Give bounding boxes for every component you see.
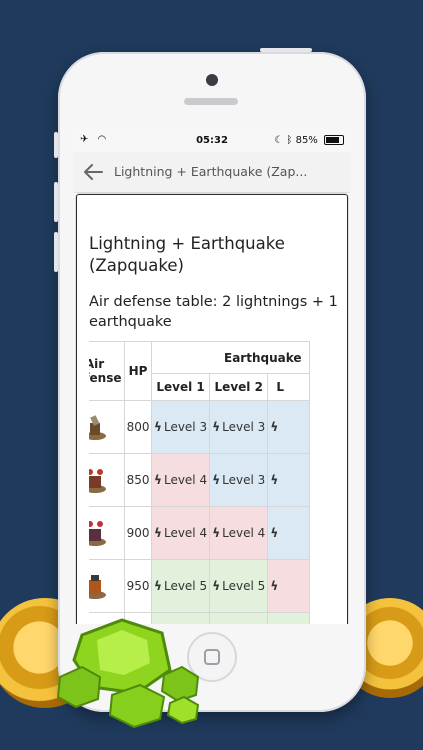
lightning-icon: ϟ [212,526,221,540]
defense-image-cell [89,453,126,507]
battery-icon [324,135,344,145]
lightning-icon: ϟ [212,579,221,593]
level-cell: ϟ Level 3 [209,453,269,507]
mute-switch [54,132,58,158]
moon-icon: ☾ [274,135,284,146]
defense-image-cell [89,506,126,560]
content-card: Lightning + Earthquake (Zapquake) Air de… [76,194,348,624]
table-row: 850 ϟ Level 4 ϟ Level 3 ϟ [89,453,310,507]
table-scroll-area[interactable]: Air defense HP Earthquake Level 1 Level … [89,341,335,624]
level-cell [209,612,269,624]
hp-cell: 950 [124,559,152,613]
header-level-1: Level 1 [150,373,211,401]
level-cell: ϟ [267,400,310,454]
status-right: ☾ ᛒ 85% [274,135,344,146]
hp-cell: 800 [124,400,152,454]
app-bar: Lightning + Earthquake (Zap... [74,152,350,193]
power-button [260,48,312,52]
air-defense-icon [89,570,109,600]
table-row: 950 ϟ Level 5 ϟ Level 5 ϟ [89,559,310,613]
lightning-icon: ϟ [154,473,162,487]
table-row: 800 ϟ Level 3 ϟ Level 3 ϟ [89,400,310,454]
header-air-defense: Air defense [89,341,126,401]
header-level-2: Level 2 [209,373,269,401]
level-cell: ϟ Level 3 [209,400,269,454]
level-cell: ϟ Level 4 [209,506,269,560]
air-defense-icon [89,464,109,494]
app-bar-title: Lightning + Earthquake (Zap... [114,164,308,179]
status-bar: ✈︎ ◠ 05:32 ☾ ᛒ 85% [74,130,350,152]
header-level-3: L [267,373,310,401]
header-hp: HP [124,341,152,401]
lightning-icon: ϟ [270,420,279,434]
defense-image-cell [89,559,126,613]
earpiece-speaker [184,98,238,105]
defense-image-cell [89,400,126,454]
lightning-icon: ϟ [212,473,221,487]
level-cell: ϟ [267,506,310,560]
lightning-icon: ϟ [154,420,162,434]
level-cell: ϟ Level 5 [209,559,269,613]
level-cell [267,612,310,624]
level-cell: ϟ Level 3 [150,400,211,454]
lightning-icon: ϟ [154,579,162,593]
lightning-icon: ϟ [212,420,221,434]
level-cell: ϟ Level 5 [150,559,211,613]
level-cell: ϟ [267,559,310,613]
front-camera [206,74,218,86]
bluetooth-icon: ᛒ [286,135,293,146]
air-defense-table: Air defense HP Earthquake Level 1 Level … [89,341,310,624]
table-row: 900 ϟ Level 4 ϟ Level 4 ϟ [89,506,310,560]
screen: ✈︎ ◠ 05:32 ☾ ᛒ 85% Lightning + Earthquak… [74,130,350,624]
air-defense-icon [89,411,109,441]
lightning-icon: ϟ [154,526,162,540]
battery-percent: 85% [295,135,318,146]
lightning-icon: ϟ [270,526,279,540]
header-earthquake: Earthquake [151,341,310,374]
section-title: Air defense table: 2 lightnings + 1 eart… [89,294,338,330]
page-title: Lightning + Earthquake (Zapquake) [89,234,285,275]
volume-down-button [54,232,58,272]
hp-cell: 900 [124,506,152,560]
hp-cell: 850 [124,453,152,507]
green-gems-decoration [56,618,200,729]
level-cell: ϟ Level 4 [150,506,211,560]
lightning-icon: ϟ [270,473,279,487]
air-defense-icon [89,517,109,547]
volume-up-button [54,182,58,222]
back-arrow-icon[interactable] [82,162,104,182]
level-cell: ϟ Level 4 [150,453,211,507]
lightning-icon: ϟ [270,579,279,593]
level-cell: ϟ [267,453,310,507]
